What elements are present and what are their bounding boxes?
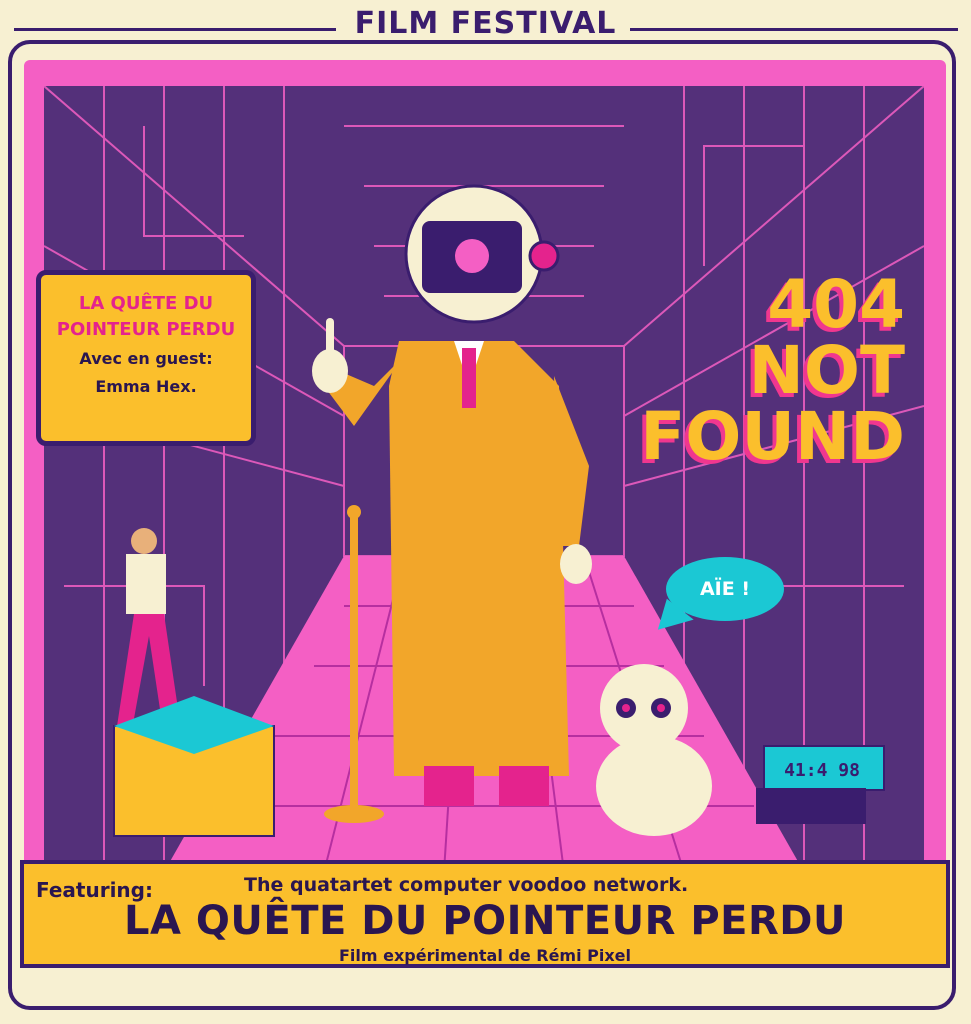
title-box-title: LA QUÊTE DU POINTEUR PERDU: [56, 293, 236, 340]
banner-tagline: The quatartet computer voodoo network.: [244, 874, 689, 896]
banner-credit: Film expérimental de Rémi Pixel: [338, 946, 632, 965]
title-box-guest-line2: Emma Hex.: [95, 377, 197, 396]
device-display-text: 41:4 98: [784, 760, 860, 781]
poster-illustration: 41:4 98: [44, 86, 924, 872]
bottom-banner: Featuring: The quatartet computer voodoo…: [20, 860, 950, 968]
headline-line3: FOUND: [640, 398, 905, 475]
speech-bubble: AÏE !: [666, 557, 784, 621]
illustration-svg: 41:4 98: [44, 86, 924, 872]
title-box-guest-line1: Avec en guest:: [79, 349, 213, 368]
title-box: LA QUÊTE DU POINTEUR PERDU Avec en guest…: [36, 270, 256, 446]
headline-404: 404 NOT FOUND: [640, 272, 905, 470]
header-title: FILM FESTIVAL: [354, 6, 617, 41]
headline-line2: NOT: [748, 332, 905, 409]
headline-line1: 404: [767, 266, 905, 343]
banner-title: LA QUÊTE DU POINTEUR PERDU: [124, 898, 846, 944]
